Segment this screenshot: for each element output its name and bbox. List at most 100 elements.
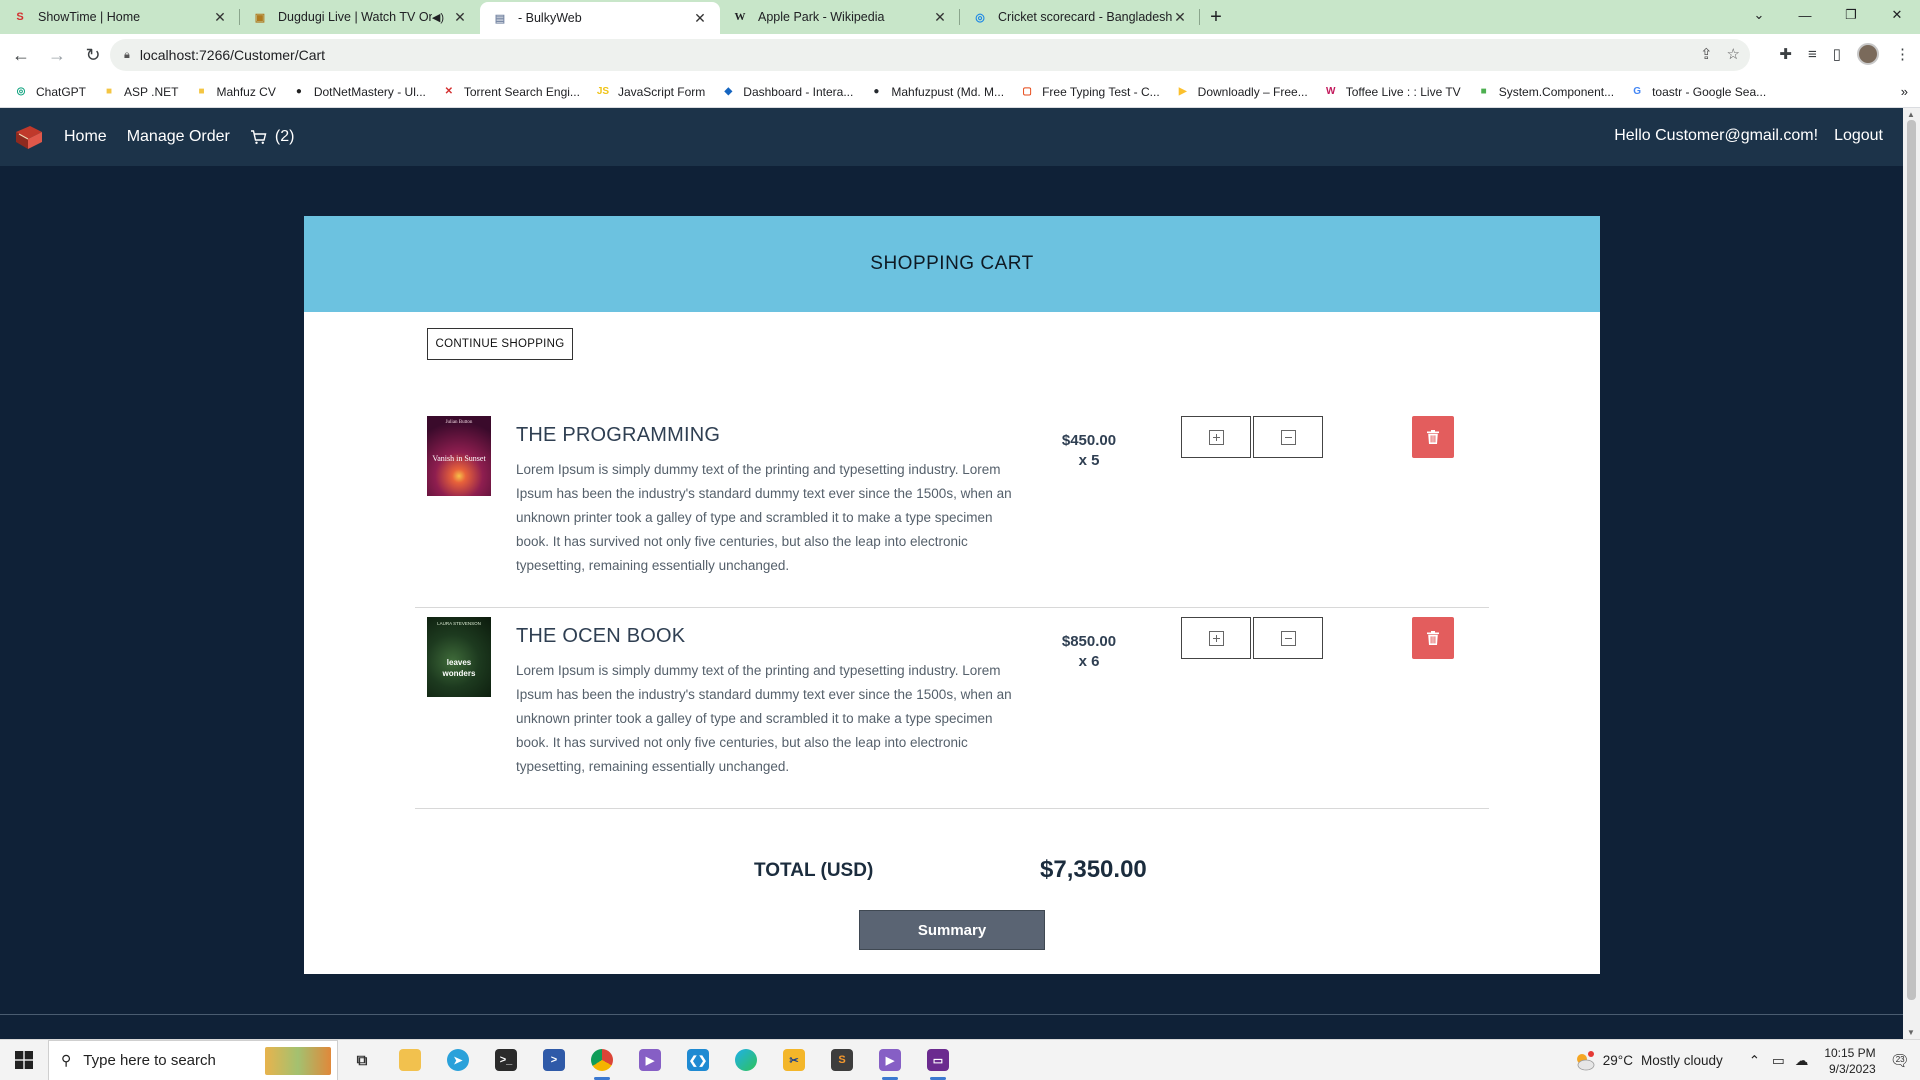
back-arrow-icon[interactable]: ← — [6, 40, 36, 70]
onedrive-icon[interactable]: ☁ — [1795, 1053, 1809, 1069]
edge-icon[interactable] — [722, 1040, 770, 1080]
logout-link[interactable]: Logout — [1834, 127, 1883, 145]
new-tab-button[interactable]: + — [1200, 0, 1232, 34]
notifications-icon[interactable]: 🗨︎ 23 — [1890, 1051, 1910, 1071]
wikipedia-icon: W — [734, 11, 746, 23]
telegram-icon[interactable]: ➤ — [434, 1040, 482, 1080]
bookmark-item[interactable]: Gtoastr - Google Sea... — [1630, 85, 1766, 99]
ssms-icon[interactable]: ▭ — [914, 1040, 962, 1080]
tab-search-icon[interactable]: ⌄ — [1736, 0, 1782, 30]
powershell-icon[interactable]: > — [530, 1040, 578, 1080]
clock[interactable]: 10:15 PM 9/3/2023 — [1824, 1045, 1875, 1077]
chrome-icon[interactable] — [578, 1040, 626, 1080]
bookmark-item[interactable]: ◆ Dashboard - Intera... — [721, 85, 853, 99]
sublime-icon[interactable]: S — [818, 1040, 866, 1080]
bookmark-label: Torrent Search Engi... — [463, 84, 580, 99]
page-icon: ▤ — [494, 12, 506, 25]
bookmark-item[interactable]: W Toffee Live : : Live TV — [1324, 85, 1461, 99]
side-panel-icon[interactable]: ▯ — [1833, 45, 1841, 63]
visual-studio-running-icon[interactable]: ▶ — [866, 1040, 914, 1080]
bookmarks-overflow-icon[interactable]: » — [1901, 84, 1908, 99]
file-explorer-icon[interactable] — [386, 1040, 434, 1080]
address-bar[interactable]: 🔒︎ localhost:7266/Customer/Cart ⇪ ☆ — [110, 39, 1750, 71]
bookmark-item[interactable]: ✕ Torrent Search Engi... — [442, 85, 580, 99]
close-icon[interactable]: ✕ — [1172, 9, 1188, 26]
tab-bulkyweb[interactable]: ▤ - BulkyWeb ✕ — [480, 2, 720, 34]
bookmark-item[interactable]: ◎ ChatGPT — [14, 85, 86, 99]
reload-icon[interactable]: ↻ — [78, 40, 108, 70]
bookmark-item[interactable]: ● Mahfuzpust (Md. M... — [869, 85, 1004, 99]
extensions-icon[interactable]: ✚ — [1779, 45, 1792, 63]
scroll-down-icon[interactable]: ▼ — [1907, 1028, 1915, 1037]
scroll-up-icon[interactable]: ▲ — [1907, 110, 1915, 119]
taskbar-search-input[interactable]: ⚲ Type here to search — [48, 1039, 338, 1080]
network-icon[interactable]: ▭ — [1772, 1053, 1785, 1069]
close-icon[interactable]: ✕ — [452, 9, 468, 26]
bookmark-item[interactable]: ■ System.Component... — [1477, 85, 1614, 99]
restore-button[interactable]: ❐ — [1828, 0, 1874, 30]
forward-arrow-icon[interactable]: → — [42, 40, 72, 70]
book-logo-icon[interactable] — [12, 120, 46, 154]
terminal-icon[interactable]: >_ — [482, 1040, 530, 1080]
bookmark-item[interactable]: JS JavaScript Form — [596, 85, 705, 99]
bookmark-item[interactable]: ▶ Downloadly – Free... — [1176, 85, 1308, 99]
browser-toolbar: ← → ↻ 🔒︎ localhost:7266/Customer/Cart ⇪ … — [0, 34, 1920, 76]
lock-icon[interactable]: 🔒︎ — [124, 49, 130, 62]
page-viewport: Home Manage Order (2) Hello Customer@gma… — [0, 108, 1903, 1039]
increase-quantity-button[interactable] — [1181, 416, 1251, 458]
user-greeting[interactable]: Hello Customer@gmail.com! — [1614, 127, 1818, 145]
summary-button[interactable]: Summary — [859, 910, 1045, 950]
close-icon[interactable]: ✕ — [692, 10, 708, 27]
decrease-quantity-button[interactable] — [1253, 416, 1323, 458]
bookmark-item[interactable]: ■ Mahfuz CV — [194, 85, 275, 99]
dashboard-icon: ◆ — [724, 86, 733, 97]
search-placeholder: Type here to search — [83, 1051, 216, 1069]
bookmark-star-icon[interactable]: ☆ — [1727, 45, 1740, 63]
minimize-button[interactable]: — — [1782, 0, 1828, 30]
visual-studio-icon[interactable]: ▶ — [626, 1040, 674, 1080]
tab-dugdugi[interactable]: ▣ Dugdugi Live | Watch TV Onl ◀) ✕ — [240, 0, 480, 34]
weather-widget[interactable]: 29°C Mostly cloudy — [1573, 1050, 1723, 1071]
page-scrollbar[interactable]: ▲ ▼ — [1903, 108, 1920, 1039]
tray-chevron-icon[interactable]: ⌃ — [1749, 1053, 1760, 1069]
tab-showtime[interactable]: S ShowTime | Home ✕ — [0, 0, 240, 34]
speaker-icon[interactable]: ◀) — [432, 11, 444, 24]
bookmark-label: DotNetMastery - Ul... — [313, 84, 426, 99]
item-quantity: x 6 — [1078, 653, 1100, 670]
nav-manage-order[interactable]: Manage Order — [127, 128, 230, 146]
cart-icon — [250, 130, 267, 144]
task-view-icon[interactable]: ⧉ — [338, 1040, 386, 1080]
tab-cricket[interactable]: ◎ Cricket scorecard - Bangladesh v ✕ — [960, 0, 1200, 34]
delete-item-button[interactable] — [1412, 416, 1454, 458]
bookmark-item[interactable]: ● DotNetMastery - Ul... — [292, 85, 426, 99]
url-text[interactable]: localhost:7266/Customer/Cart — [140, 47, 325, 63]
continue-shopping-button[interactable]: CONTINUE SHOPPING — [427, 328, 573, 360]
close-window-button[interactable]: ✕ — [1874, 0, 1920, 30]
bookmark-item[interactable]: ■ ASP .NET — [102, 84, 179, 99]
bookmark-label: Mahfuz CV — [216, 84, 276, 99]
bookmark-label: ASP .NET — [124, 84, 179, 99]
scrollbar-thumb[interactable] — [1907, 120, 1916, 1000]
close-icon[interactable]: ✕ — [212, 9, 228, 26]
increase-quantity-button[interactable] — [1181, 617, 1251, 659]
snipping-icon[interactable]: ✂ — [770, 1040, 818, 1080]
tab-title: Dugdugi Live | Watch TV Onl — [278, 10, 432, 24]
cart-item: Julian Button Vanish in Sunset THE PROGR… — [427, 416, 1517, 576]
tab-wikipedia[interactable]: W Apple Park - Wikipedia ✕ — [720, 0, 960, 34]
share-icon[interactable]: ⇪ — [1700, 45, 1713, 63]
nav-home[interactable]: Home — [64, 128, 107, 146]
tab-title: - BulkyWeb — [518, 11, 582, 25]
profile-avatar[interactable] — [1857, 43, 1879, 65]
nav-cart[interactable]: (2) — [250, 128, 294, 146]
trash-icon — [1427, 430, 1439, 444]
bookmark-item[interactable]: ▢ Free Typing Test - C... — [1020, 85, 1159, 99]
close-icon[interactable]: ✕ — [932, 9, 948, 26]
showtime-icon: S — [16, 11, 24, 23]
bookmark-label: toastr - Google Sea... — [1652, 84, 1767, 99]
media-queue-icon[interactable]: ≡ — [1808, 46, 1817, 63]
decrease-quantity-button[interactable] — [1253, 617, 1323, 659]
menu-dots-icon[interactable]: ⋮ — [1895, 45, 1910, 63]
windows-start-icon[interactable] — [0, 1040, 48, 1080]
delete-item-button[interactable] — [1412, 617, 1454, 659]
vscode-icon[interactable]: ❮❯ — [674, 1040, 722, 1080]
